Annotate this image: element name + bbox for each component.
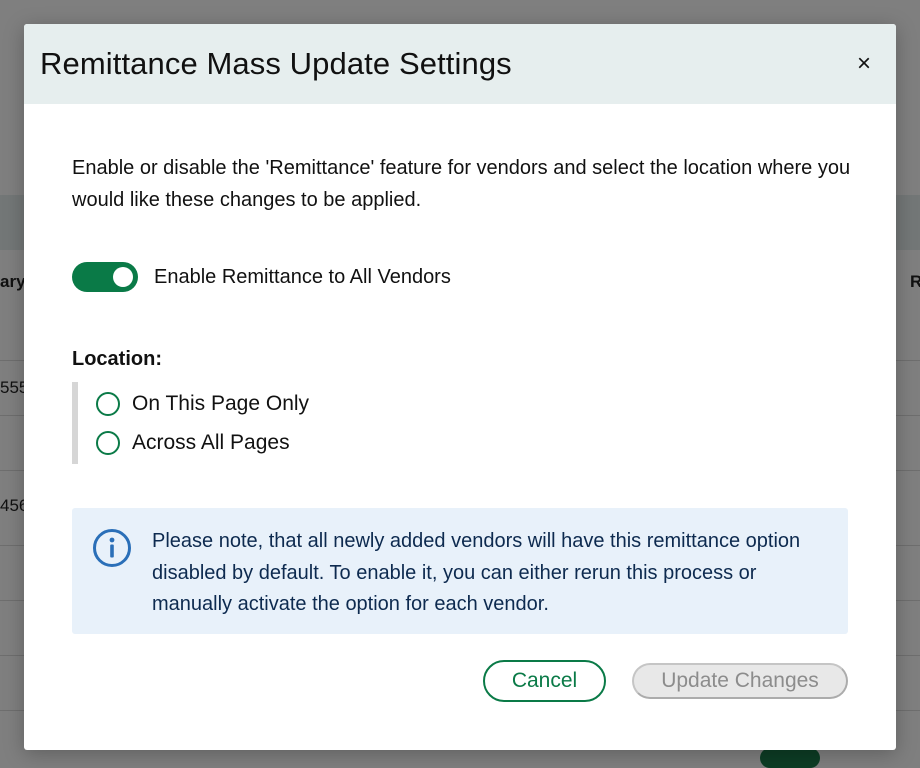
location-label: Location: (72, 348, 162, 370)
location-radio-group: On This Page Only Across All Pages (72, 382, 848, 464)
info-circle-icon (92, 528, 132, 568)
update-changes-button[interactable]: Update Changes (632, 663, 848, 699)
radio-button-this-page[interactable] (96, 391, 120, 416)
radio-option-this-page[interactable]: On This Page Only (96, 384, 848, 423)
modal-title: Remittance Mass Update Settings (40, 46, 512, 81)
toggle-knob (113, 267, 133, 287)
radio-label-all-pages: Across All Pages (132, 430, 290, 454)
enable-remittance-row: Enable Remittance to All Vendors (72, 262, 848, 292)
cancel-button[interactable]: Cancel (483, 660, 606, 702)
info-text: Please note, that all newly added vendor… (152, 530, 801, 615)
intro-text: Enable or disable the 'Remittance' featu… (72, 157, 851, 211)
close-icon: × (856, 50, 871, 77)
remittance-settings-modal: Remittance Mass Update Settings × Enable… (24, 24, 896, 750)
close-button[interactable]: × (848, 48, 880, 80)
radio-button-all-pages[interactable] (96, 430, 120, 455)
radio-label-this-page: On This Page Only (132, 391, 310, 415)
modal-footer: Cancel Update Changes (483, 660, 848, 702)
enable-remittance-toggle[interactable] (72, 262, 138, 292)
radio-option-all-pages[interactable]: Across All Pages (96, 423, 848, 462)
modal-body: Enable or disable the 'Remittance' featu… (24, 104, 896, 634)
info-notice: Please note, that all newly added vendor… (72, 508, 848, 634)
enable-remittance-label: Enable Remittance to All Vendors (154, 265, 451, 288)
modal-header: Remittance Mass Update Settings × (24, 24, 896, 104)
